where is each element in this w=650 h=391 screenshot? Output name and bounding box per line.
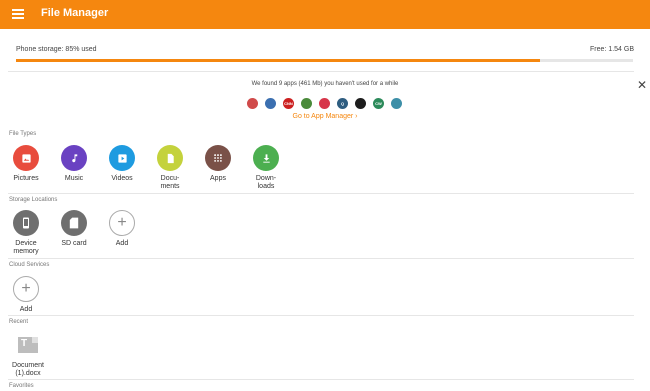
file-type-downloads[interactable]: Down- loads: [246, 145, 286, 191]
image-icon: [13, 145, 39, 171]
section-title-storage-locations: Storage Locations: [9, 197, 58, 203]
file-type-videos[interactable]: Videos: [102, 145, 142, 183]
recent-file-item[interactable]: T Document (1).docx: [8, 337, 48, 378]
storage-free-label: Free: 1.54 GB: [590, 46, 634, 53]
cloud-add-button[interactable]: + Add: [6, 276, 46, 314]
tile-label: Apps: [210, 175, 226, 182]
cw-app-icon[interactable]: CW: [373, 98, 384, 109]
hamburger-menu-icon[interactable]: [12, 9, 24, 19]
flag-app-icon[interactable]: [247, 98, 258, 109]
plus-icon: +: [109, 210, 135, 236]
divider: [8, 193, 634, 194]
pocket-app-icon[interactable]: [319, 98, 330, 109]
storage-progress-bar: [16, 59, 633, 62]
file-type-documents[interactable]: Docu- ments: [150, 145, 190, 191]
sd-card-icon: [61, 210, 87, 236]
go-to-app-manager-link[interactable]: Go to App Manager ›: [0, 113, 650, 120]
recent-file-name: Document (1).docx: [12, 362, 44, 377]
docx-file-icon: T: [18, 337, 38, 353]
section-title-cloud-services: Cloud Services: [9, 262, 50, 268]
globe-app-icon[interactable]: [391, 98, 402, 109]
grid-icon: [205, 145, 231, 171]
plus-icon: +: [13, 276, 39, 302]
cnn-app-icon[interactable]: CNN: [283, 98, 294, 109]
game-app-icon[interactable]: [301, 98, 312, 109]
tile-label: Docu- ments: [160, 175, 180, 190]
storage-usage-label: Phone storage: 85% used: [16, 46, 97, 53]
section-title-favorites: Favorites: [9, 383, 34, 389]
unused-apps-notice: We found 9 apps (461 Mb) you haven't use…: [251, 81, 399, 87]
divider: [8, 71, 634, 72]
storage-device-memory[interactable]: Device memory: [6, 210, 46, 256]
storage-progress-fill: [16, 59, 541, 62]
tile-label: SD card: [61, 240, 87, 247]
tile-label: Music: [64, 175, 84, 182]
file-type-pictures[interactable]: Pictures: [6, 145, 46, 183]
chrome-like-app-icon[interactable]: [265, 98, 276, 109]
divider: [8, 379, 634, 380]
unused-apps-icons: CNN Q CW: [247, 98, 402, 109]
tile-label: Pictures: [13, 175, 39, 182]
storage-add-button[interactable]: + Add: [102, 210, 142, 248]
file-type-music[interactable]: Music: [54, 145, 94, 183]
tile-label: Device memory: [13, 240, 39, 255]
tile-label: Add: [19, 306, 33, 313]
tile-label: Down- loads: [255, 175, 277, 190]
app-title: File Manager: [41, 7, 109, 19]
q-app-icon[interactable]: Q: [337, 98, 348, 109]
play-icon: [109, 145, 135, 171]
section-title-recent: Recent: [9, 319, 29, 325]
section-title-file-types: File Types: [9, 131, 37, 137]
tile-label: Add: [115, 240, 129, 247]
download-icon: [253, 145, 279, 171]
divider: [8, 315, 634, 316]
phone-icon: [13, 210, 39, 236]
divider: [8, 258, 634, 259]
app-bar: File Manager: [0, 0, 650, 29]
nbc-app-icon[interactable]: [355, 98, 366, 109]
tile-label: Videos: [111, 175, 133, 182]
music-note-icon: [61, 145, 87, 171]
file-type-apps[interactable]: Apps: [198, 145, 238, 183]
document-icon: [157, 145, 183, 171]
storage-sd-card[interactable]: SD card: [54, 210, 94, 248]
